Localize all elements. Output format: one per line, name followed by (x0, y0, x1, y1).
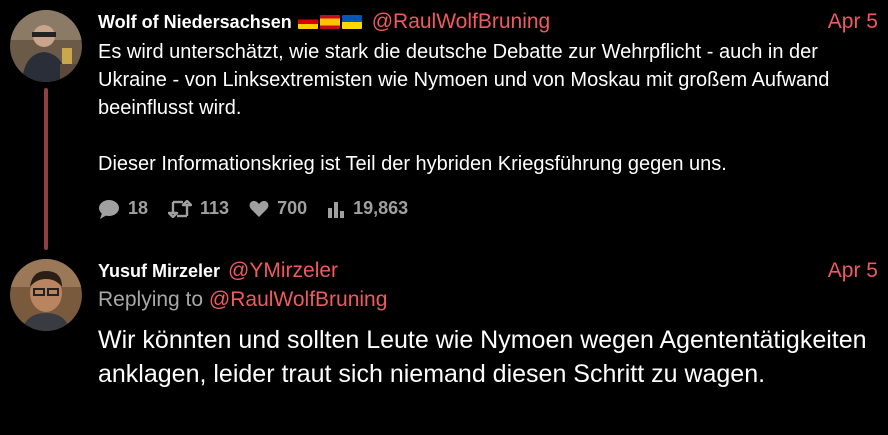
retweet-count: 113 (200, 198, 230, 218)
flag-germany-icon (297, 15, 318, 29)
tweet-header: Wolf of Niedersachsen @RaulWolfBruning A… (98, 8, 878, 36)
replying-to: Replying to @RaulWolfBruning (98, 288, 387, 312)
heart-icon (249, 200, 269, 218)
tweet-reply: Yusuf Mirzeler @YMirzeler Apr 5 Replying… (0, 255, 888, 435)
tweet-date[interactable]: Apr 5 (828, 10, 878, 34)
replying-to-handle[interactable]: @RaulWolfBruning (209, 288, 388, 311)
views-count: 19,863 (353, 198, 409, 218)
display-name[interactable]: Wolf of Niedersachsen (98, 12, 292, 33)
tweet-header: Yusuf Mirzeler @YMirzeler Apr 5 (98, 257, 878, 285)
tweet-date[interactable]: Apr 5 (828, 259, 878, 283)
user-handle[interactable]: @RaulWolfBruning (372, 10, 551, 34)
avatar-wolf[interactable] (10, 10, 82, 82)
flag-spain-icon (319, 15, 340, 29)
flag-emojis (297, 15, 364, 29)
avatar-yusuf[interactable] (10, 259, 82, 331)
retweet-icon (168, 199, 193, 218)
reply-stat[interactable]: 18 (98, 198, 148, 219)
bar-chart-icon (327, 200, 345, 218)
display-name[interactable]: Yusuf Mirzeler (98, 261, 220, 282)
tweet-text: Wir könnten und sollten Leute wie Nymoen… (98, 326, 867, 388)
replying-to-label: Replying to (98, 288, 204, 311)
retweet-stat[interactable]: 113 (168, 198, 229, 219)
tweet-text: Es wird unterschätzt, wie stark die deut… (98, 41, 830, 175)
tweet-original: Wolf of Niedersachsen @RaulWolfBruning A… (0, 0, 888, 255)
user-handle[interactable]: @YMirzeler (228, 259, 338, 283)
reply-count: 18 (128, 198, 149, 218)
views-stat[interactable]: 19,863 (327, 198, 408, 219)
like-stat[interactable]: 700 (249, 198, 307, 219)
flag-ukraine-icon (341, 15, 362, 29)
reply-icon (98, 199, 120, 219)
like-count: 700 (277, 198, 308, 218)
tweet-stats: 18 113 700 19,863 (98, 198, 408, 219)
thread-connector-line (44, 88, 48, 250)
